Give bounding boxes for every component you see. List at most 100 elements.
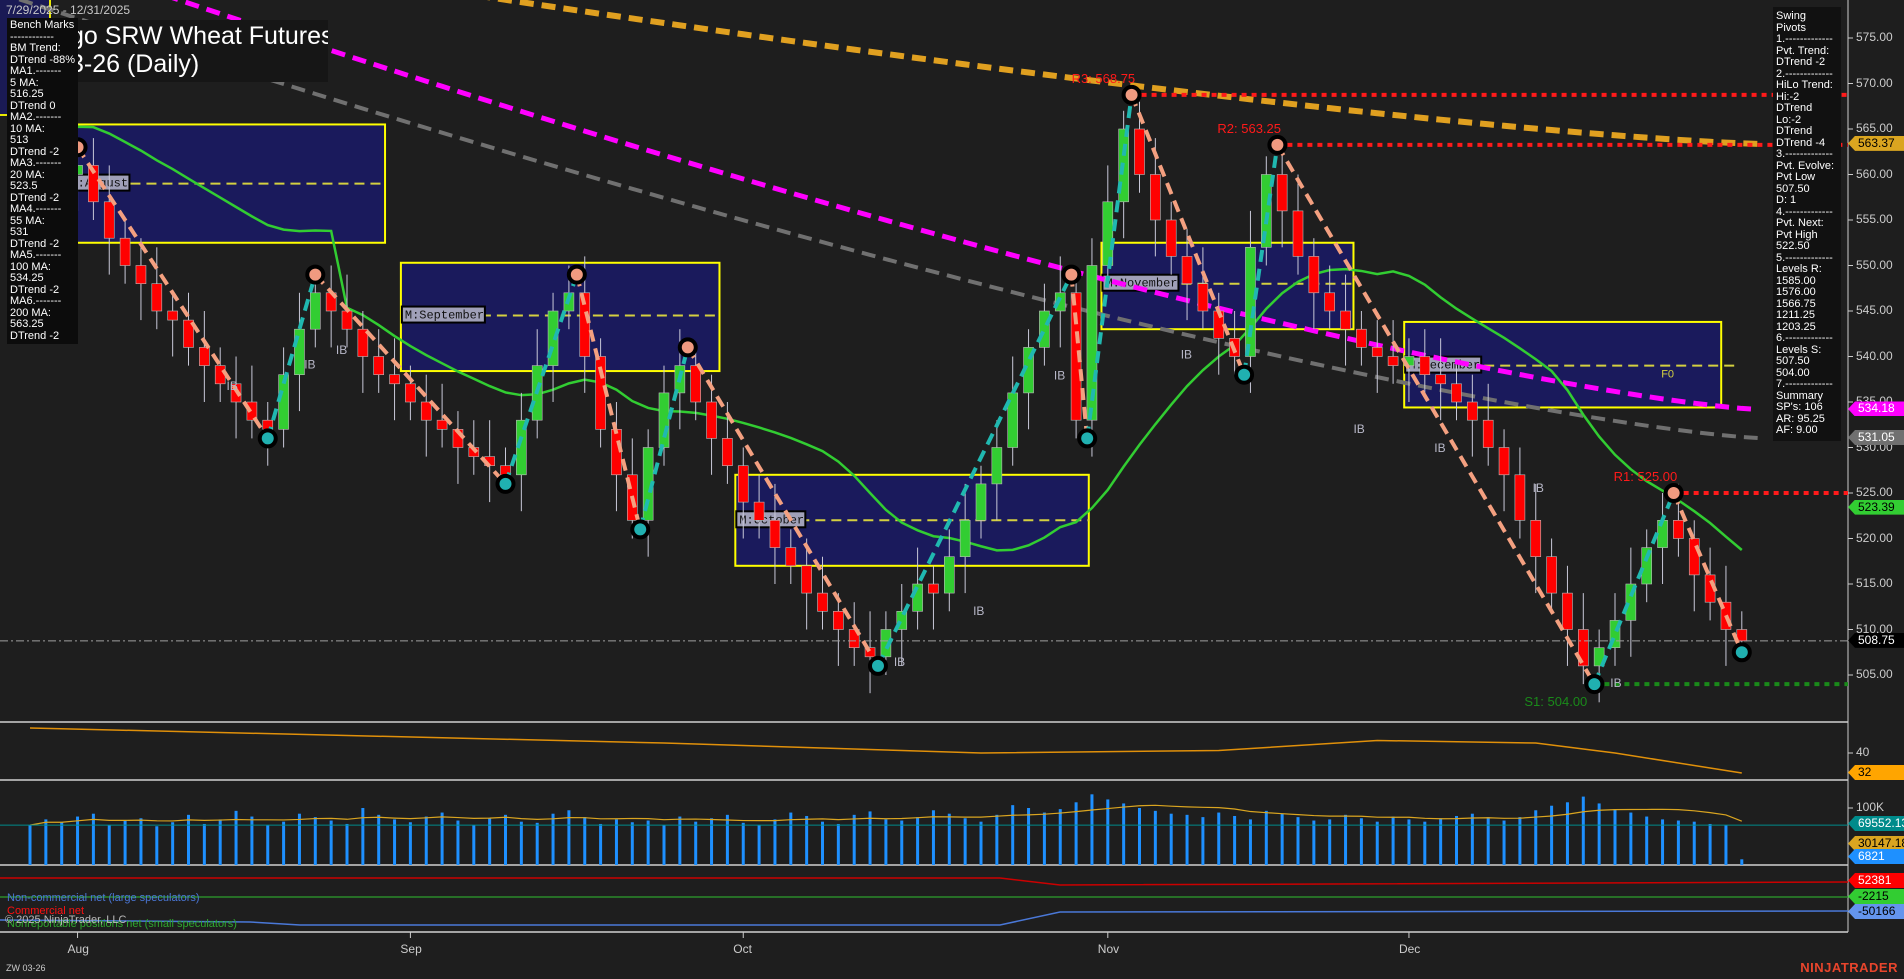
candle-down <box>405 384 415 402</box>
candle-down <box>390 375 400 384</box>
volume-bar <box>1233 816 1236 865</box>
ib-label: IB <box>1434 441 1445 455</box>
ib-label: IB <box>973 604 984 618</box>
volume-bar <box>60 822 63 865</box>
volume-bar <box>567 810 570 865</box>
panel-line: 7.------------- <box>1776 379 1838 391</box>
volume-bar <box>393 819 396 865</box>
candle-down <box>833 611 843 629</box>
volume-bar <box>520 822 523 865</box>
pivot-high-marker <box>1269 137 1285 153</box>
volume-tag: 69552.13 <box>1848 816 1904 831</box>
volume-bar <box>869 811 872 865</box>
volume-bar <box>1186 815 1189 865</box>
volume-bar <box>758 825 761 865</box>
panel-line: MA5.------- <box>10 250 75 262</box>
panel-line: BM Trend: <box>10 43 75 55</box>
candle-down <box>691 366 701 402</box>
panel-line: MA3.------- <box>10 158 75 170</box>
volume-bar <box>599 824 602 865</box>
volume-bar <box>1645 817 1648 865</box>
candle-down <box>1166 220 1176 256</box>
month-label: M:September <box>405 309 484 323</box>
volume-bar <box>282 822 285 865</box>
volume-bar <box>1328 819 1331 865</box>
price-tag: 563.37 <box>1848 136 1904 151</box>
y-tick-label: 575.00 <box>1856 30 1893 44</box>
volume-bar <box>1566 802 1569 865</box>
volume-bar <box>583 817 586 865</box>
pivot-low-marker <box>632 521 648 537</box>
cot-tag: 52381 <box>1848 873 1904 888</box>
ib-label: IB <box>1353 422 1364 436</box>
volume-bar <box>425 817 428 865</box>
volume-bar <box>1122 803 1125 865</box>
pivot-low-marker <box>870 658 886 674</box>
panel-line: Levels R: <box>1776 264 1838 276</box>
candle-down <box>1689 539 1699 575</box>
candle-down <box>786 548 796 566</box>
volume-bar <box>1661 819 1664 865</box>
candle-down <box>1277 175 1287 211</box>
panel-line: Lo:-2 DTrend <box>1776 115 1838 138</box>
volume-bar <box>1614 809 1617 865</box>
y-tick-label: 505.00 <box>1856 667 1893 681</box>
title-line-1: go SRW Wheat Futures <box>70 22 328 50</box>
panel-line: Bench Marks <box>10 20 75 32</box>
panel-line: 3.------------- <box>1776 149 1838 161</box>
price-chart[interactable]: M:AugustM:SeptemberM:OctoberM:NovemberM:… <box>0 0 1904 979</box>
volume-bar <box>314 817 317 865</box>
pivot-low-marker <box>1586 676 1602 692</box>
volume-bar <box>1011 805 1014 865</box>
panel-line: MA6.------- <box>10 296 75 308</box>
candle-down <box>722 438 732 465</box>
pivot-high-marker <box>1666 485 1682 501</box>
volume-bar <box>1534 810 1537 865</box>
candle-up <box>659 393 669 448</box>
candle-up <box>1039 311 1049 347</box>
volume-bar <box>29 825 32 865</box>
price-tag: 523.39 <box>1848 500 1904 515</box>
ib-label: IB <box>1610 676 1621 690</box>
volume-bar <box>1518 817 1521 865</box>
x-tick-label: Oct <box>733 942 752 956</box>
candle-down <box>1452 384 1462 402</box>
volume-bar <box>726 815 729 865</box>
candle-down <box>437 420 447 429</box>
candle-down <box>1388 357 1398 366</box>
ib-label: IB <box>1533 481 1544 495</box>
volume-tag: 30147.18 <box>1848 836 1904 851</box>
panel-line: 1211.25 <box>1776 310 1838 322</box>
volume-bar <box>1550 806 1553 865</box>
swing-down-line <box>1132 95 1245 375</box>
volume-bar <box>1059 809 1062 865</box>
volume-bar <box>631 822 634 865</box>
volume-bar <box>456 821 459 865</box>
y-tick-label: 515.00 <box>1856 576 1893 590</box>
pivot-high-marker <box>307 267 323 283</box>
volume-bar <box>1265 811 1268 865</box>
pivot-low-marker <box>260 430 276 446</box>
volume-bar <box>615 819 618 865</box>
volume-bar <box>1392 817 1395 865</box>
candle-down <box>802 566 812 593</box>
candle-down <box>120 238 130 265</box>
volume-bar <box>330 821 333 865</box>
swing-pivots-panel: Swing Pivots1.-------------Pvt. Trend:DT… <box>1773 7 1841 441</box>
x-tick-label: Dec <box>1399 942 1420 956</box>
candle-down <box>1135 129 1145 175</box>
level-label: R2: 563.25 <box>1217 121 1281 136</box>
panel-line: 563.25 <box>10 319 75 331</box>
candle-down <box>1547 557 1557 593</box>
candle-down <box>168 311 178 320</box>
candle-down <box>152 284 162 311</box>
y-tick-label: 565.00 <box>1856 121 1893 135</box>
cot-tag: -2215 <box>1848 889 1904 904</box>
volume-bar <box>250 817 253 865</box>
candle-down <box>1356 329 1366 347</box>
benchmarks-panel: Bench Marks------------BM Trend:DTrend -… <box>7 18 78 344</box>
volume-bar <box>1154 811 1157 865</box>
panel-line: DTrend -2 <box>1776 57 1838 69</box>
candle-down <box>818 593 828 611</box>
legend-noncommercial: Non-commercial net (large speculators) <box>7 892 200 904</box>
